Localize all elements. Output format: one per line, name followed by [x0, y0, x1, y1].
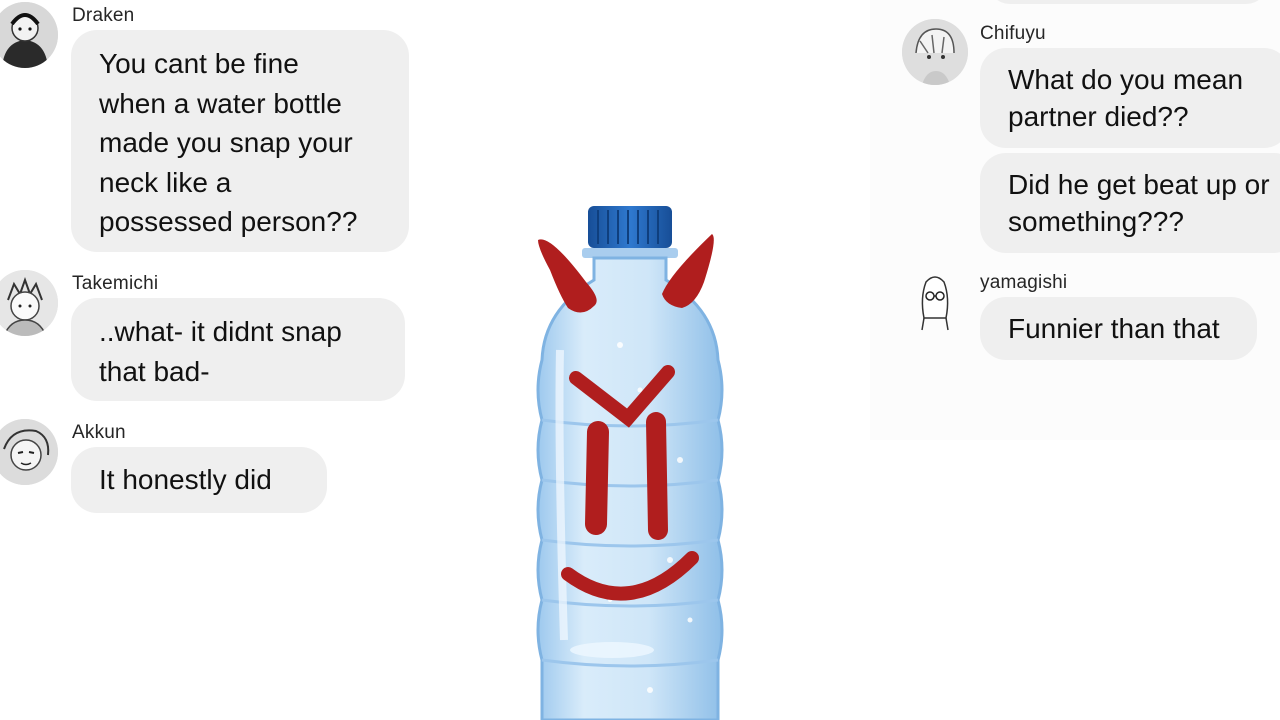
right-chat-panel: Chifuyu What do you mean partner died?? … [870, 0, 1280, 440]
sender-name: Akkun [72, 422, 126, 443]
chifuyu-avatar[interactable] [902, 19, 968, 85]
akkun-avatar[interactable] [0, 419, 58, 485]
sender-name: Chifuyu [980, 23, 1046, 44]
water-bottle-illustration [536, 206, 724, 720]
message-bubble[interactable]: You cant be fine when a water bottle mad… [71, 30, 409, 252]
previous-message-bubble[interactable] [988, 0, 1268, 4]
draken-avatar[interactable] [0, 2, 58, 68]
sender-name: yamagishi [980, 272, 1068, 293]
sender-name: Draken [72, 5, 135, 26]
message-bubble[interactable]: It honestly did [71, 447, 327, 513]
sender-name: Takemichi [72, 273, 159, 294]
message-bubble[interactable]: ..what- it didnt snap that bad- [71, 298, 405, 401]
message-bubble[interactable]: Funnier than that [980, 297, 1257, 360]
yamagishi-avatar[interactable] [902, 268, 968, 334]
bottle-cap-icon [582, 206, 678, 258]
takemichi-avatar[interactable] [0, 270, 58, 336]
message-bubble[interactable]: What do you mean partner died?? [980, 48, 1280, 148]
message-bubble[interactable]: Did he get beat up or something??? [980, 153, 1280, 253]
left-chat-panel: Draken You cant be fine when a water bot… [0, 0, 460, 720]
bottle-body-icon [536, 256, 724, 720]
